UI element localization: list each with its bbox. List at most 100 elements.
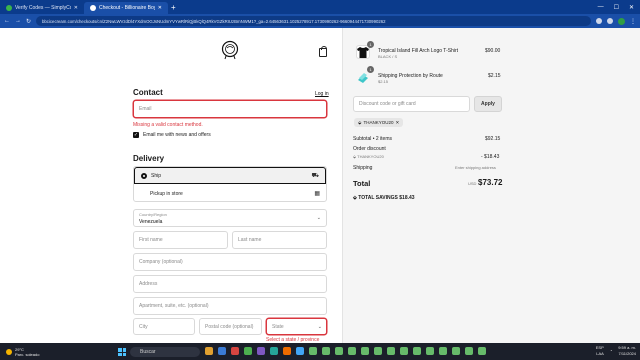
new-tab-icon[interactable]: + — [171, 3, 176, 12]
chrome-profile-icon[interactable] — [335, 347, 343, 355]
app-icon[interactable] — [257, 347, 265, 355]
route-protection-icon — [358, 73, 368, 83]
delivery-heading: Delivery — [133, 154, 165, 163]
tab-verify-codes[interactable]: Verify Codes — SimplyCodes ✕ — [0, 2, 84, 14]
pickup-option[interactable]: Pickup in store ▦ — [134, 185, 326, 202]
chrome-profile-icon[interactable] — [426, 347, 434, 355]
chrome-icon[interactable] — [244, 347, 252, 355]
apartment-field[interactable]: Apartment, suite, etc. (optional) — [133, 297, 327, 315]
subtotal-label: Subtotal • 2 items — [353, 136, 392, 142]
chrome-profile-icon[interactable] — [348, 347, 356, 355]
checkout-page: Contact Log in Email Missing a valid con… — [0, 28, 640, 343]
remove-discount-icon[interactable]: ✕ — [395, 120, 399, 126]
total-value: $73.72 — [478, 178, 503, 187]
chrome-profile-icon[interactable] — [374, 347, 382, 355]
postal-code-field[interactable]: Postal code (optional) — [199, 318, 262, 335]
chrome-profile-icon[interactable] — [478, 347, 486, 355]
close-tab-icon[interactable]: ✕ — [158, 5, 162, 11]
city-placeholder: City — [139, 323, 148, 330]
windows-start-icon[interactable] — [118, 348, 126, 356]
app-icon[interactable] — [231, 347, 239, 355]
state-select[interactable]: State ⌄ — [266, 318, 327, 335]
contact-heading: Contact — [133, 88, 163, 97]
chrome-profile-icon[interactable] — [322, 347, 330, 355]
language-indicator[interactable]: ESP LAA — [596, 345, 604, 357]
taskbar-search[interactable]: Buscar — [130, 347, 200, 357]
clock-date: 7/11/2024 — [618, 351, 637, 356]
order-discount-label: Order discount — [353, 146, 386, 152]
email-error: Missing a valid contact method. — [133, 122, 203, 128]
bookmark-star-icon[interactable] — [607, 18, 613, 24]
applied-code: THANKYOU20 — [363, 120, 394, 125]
chrome-profile-icon[interactable] — [465, 347, 473, 355]
discount-code: THANKYOU20 — [357, 154, 384, 159]
chrome-profile-icon[interactable] — [452, 347, 460, 355]
chrome-profile-icon[interactable] — [413, 347, 421, 355]
forward-icon[interactable]: → — [15, 18, 21, 24]
close-tab-icon[interactable]: ✕ — [74, 5, 78, 11]
news-checkbox-label: Email me with news and offers — [143, 132, 211, 138]
subtotal-value: $92.15 — [485, 136, 501, 142]
chrome-profile-icon[interactable] — [400, 347, 408, 355]
minimize-icon[interactable]: — — [598, 4, 604, 11]
total-label: Total — [353, 179, 371, 188]
item-price: $90.00 — [485, 48, 501, 54]
delivery-method-group: Ship ⛟ Pickup in store ▦ — [133, 166, 327, 202]
app-icon[interactable] — [270, 347, 278, 355]
tab-checkout[interactable]: Checkout - Billionaire Boys Clu ✕ — [84, 2, 168, 14]
last-name-field[interactable]: Last name — [232, 231, 327, 249]
first-name-field[interactable]: First name — [133, 231, 228, 249]
close-window-icon[interactable]: ✕ — [629, 4, 634, 11]
email-placeholder: Email — [139, 106, 152, 112]
app-icon[interactable] — [296, 347, 304, 355]
url-field[interactable]: bbcicecream.com/checkouts/cn/Z2NwLWVzdDl… — [36, 16, 591, 26]
shopping-bag-icon[interactable] — [319, 46, 327, 57]
city-field[interactable]: City — [133, 318, 195, 335]
chrome-profile-icon[interactable] — [387, 347, 395, 355]
state-placeholder: State — [272, 323, 284, 330]
window-controls: — ☐ ✕ — [598, 4, 640, 11]
chrome-profile-icon[interactable] — [439, 347, 447, 355]
discount-code-line: ⬙ THANKYOU20 — [353, 154, 384, 159]
country-label: Country/Region — [139, 212, 167, 217]
profile-avatar-icon[interactable] — [618, 17, 625, 25]
edge-icon[interactable] — [218, 347, 226, 355]
login-link[interactable]: Log in — [315, 91, 329, 97]
store-icon: ▦ — [314, 191, 320, 197]
file-explorer-icon[interactable] — [205, 347, 213, 355]
item-variant: BLACK / S — [378, 54, 398, 59]
news-checkbox[interactable]: ✓ — [133, 132, 139, 138]
bbc-astronaut-logo-icon[interactable] — [221, 40, 239, 60]
maximize-icon[interactable]: ☐ — [614, 4, 619, 11]
tag-icon: ⬙ — [358, 119, 362, 125]
search-label: Buscar — [140, 349, 156, 355]
app-icon[interactable] — [283, 347, 291, 355]
windows-taskbar: 29°C Parc. soleado Buscar ESP LAA ◔ 9:59… — [0, 343, 640, 360]
address-field[interactable]: Address — [133, 275, 327, 293]
country-select[interactable]: Country/Region Venezuela ⌄ — [133, 209, 327, 227]
weather-widget[interactable]: 29°C Parc. soleado — [0, 347, 39, 357]
apply-button[interactable]: Apply — [474, 96, 502, 112]
total-savings-line: ⬙ TOTAL SAVINGS $18.43 — [353, 195, 415, 201]
sun-icon — [6, 348, 12, 355]
system-tray: ESP LAA ◔ 9:59 a. m. 7/11/2024 — [596, 345, 636, 357]
apartment-placeholder: Apartment, suite, etc. (optional) — [139, 303, 209, 309]
extension-icon[interactable] — [596, 18, 602, 24]
item-quantity-badge: 1 — [367, 66, 374, 73]
company-placeholder: Company (optional) — [139, 259, 183, 265]
first-name-placeholder: First name — [139, 237, 163, 243]
chrome-profile-icon[interactable] — [309, 347, 317, 355]
ship-radio[interactable] — [141, 172, 147, 179]
shipping-value: Enter shipping address — [455, 165, 496, 170]
email-field[interactable]: Email — [133, 100, 327, 118]
tab-label: Checkout - Billionaire Boys Clu — [99, 5, 155, 11]
reload-icon[interactable]: ↻ — [26, 18, 31, 25]
discount-code-field[interactable]: Discount code or gift card — [353, 96, 470, 112]
ship-option[interactable]: Ship ⛟ — [134, 167, 326, 184]
menu-kebab-icon[interactable]: ⋮ — [630, 18, 636, 25]
back-icon[interactable]: ← — [4, 18, 10, 24]
wifi-icon[interactable]: ◔ — [610, 348, 612, 354]
chrome-profile-icon[interactable] — [361, 347, 369, 355]
clock[interactable]: 9:59 a. m. 7/11/2024 — [618, 345, 636, 357]
company-field[interactable]: Company (optional) — [133, 253, 327, 271]
